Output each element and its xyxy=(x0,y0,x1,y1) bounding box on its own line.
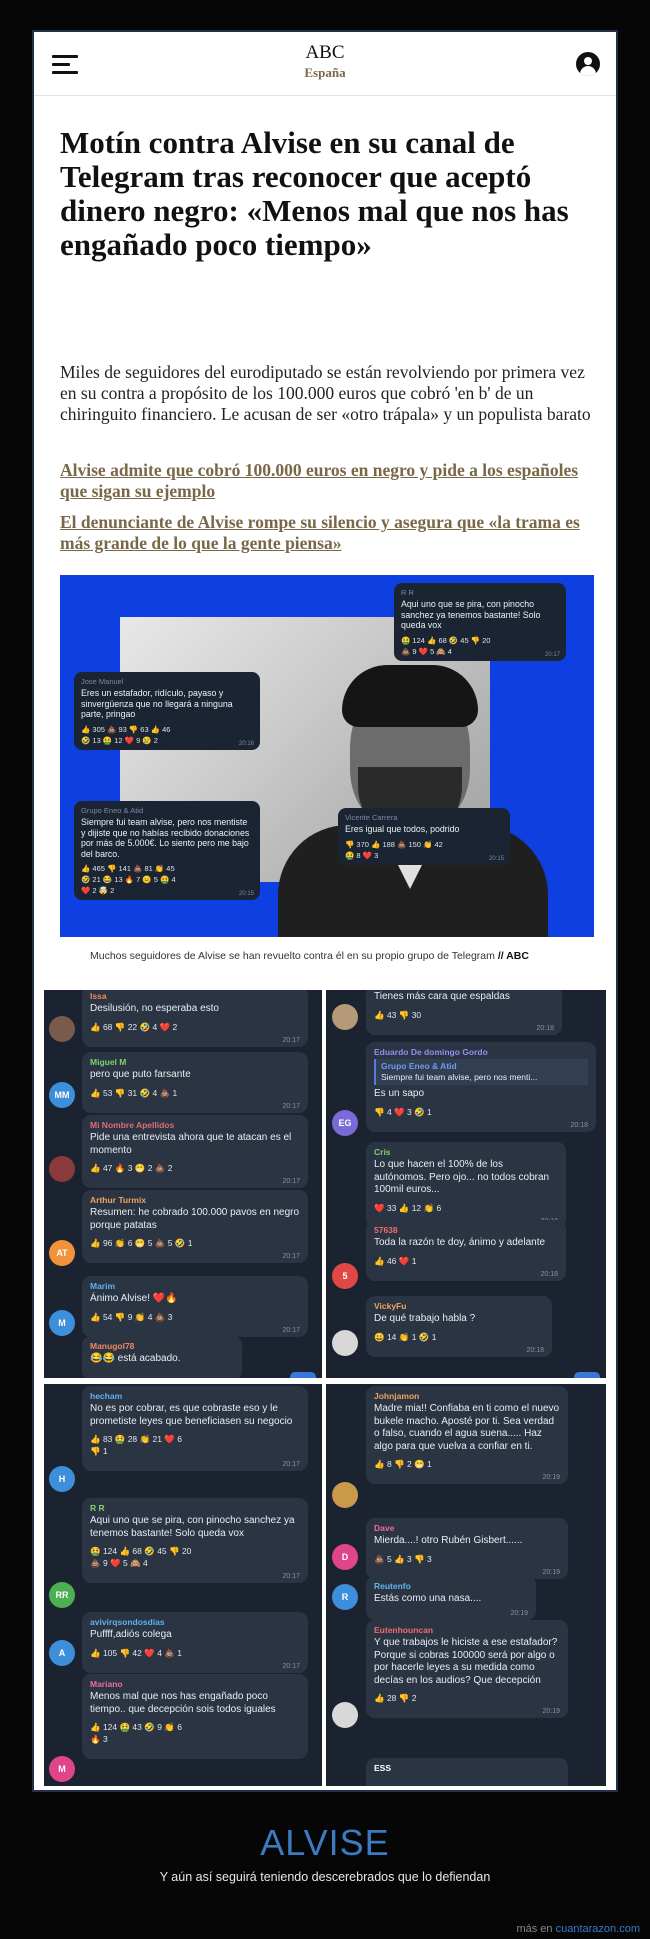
avatar xyxy=(332,1004,358,1030)
chat-message: ESS xyxy=(366,1758,568,1786)
post-subtitle: Y aún así seguirá teniendo descerebrados… xyxy=(159,1870,491,1884)
post-title: ALVISE xyxy=(260,1822,390,1863)
avatar xyxy=(49,1016,75,1042)
chat-message: Johnjamon Madre mia!! Confiaba en ti com… xyxy=(366,1386,568,1484)
unread-badge[interactable] xyxy=(290,1372,316,1378)
chat-panel-4: Johnjamon Madre mia!! Confiaba en ti com… xyxy=(326,1384,606,1786)
chat-message: avivirqsondosdias Puffff,adiós colega 👍 … xyxy=(82,1612,308,1673)
chat-message: Eutenhouncan Y que trabajos le hiciste a… xyxy=(366,1620,568,1718)
avatar: EG xyxy=(332,1110,358,1136)
avatar xyxy=(332,1482,358,1508)
abc-logo[interactable]: ABC España xyxy=(34,42,616,81)
avatar: R xyxy=(332,1584,358,1610)
top-bar: ABC España xyxy=(34,32,616,96)
article-subtitle: Miles de seguidores del eurodiputado se … xyxy=(60,362,591,424)
hero-bubble-vicente: Vicente Carrera Eres igual que todos, po… xyxy=(338,808,510,865)
chat-message: Issa Desilusión, no esperaba esto 👍 68 👎… xyxy=(82,990,308,1047)
hero-bubble-eneo: Grupo Eneo & Atid Siempre fui team alvis… xyxy=(74,801,260,900)
chat-message: 57638 Toda la razón te doy, ánimo y adel… xyxy=(366,1220,566,1281)
avatar: RR xyxy=(49,1582,75,1608)
site-link[interactable]: cuantarazon.com xyxy=(556,1923,640,1935)
chat-message: Cris Lo que hacen el 100% de los autónom… xyxy=(366,1142,566,1228)
avatar: AT xyxy=(49,1240,75,1266)
chat-message: R R Aqui uno que se pira, con pinocho sa… xyxy=(82,1498,308,1583)
unread-badge[interactable] xyxy=(574,1372,600,1378)
avatar: 5 xyxy=(332,1263,358,1289)
related-link-2[interactable]: El denunciante de Alvise rompe su silenc… xyxy=(60,512,600,554)
site-credit: más en cuantarazon.com xyxy=(516,1923,640,1935)
article-headline: Motín contra Alvise en su canal de Teleg… xyxy=(60,125,569,262)
avatar: M xyxy=(49,1310,75,1336)
avatar xyxy=(49,1156,75,1182)
caption-text: Muchos seguidores de Alvise se han revue… xyxy=(90,950,495,962)
hero-image: R R Aqui uno que se pira, con pinocho sa… xyxy=(60,575,594,937)
chat-message: Mi Nombre Apellidos Pide una entrevista … xyxy=(82,1115,308,1188)
image-caption: Muchos seguidores de Alvise se han revue… xyxy=(60,950,594,962)
avatar: M xyxy=(49,1756,75,1782)
user-account-icon[interactable] xyxy=(576,52,600,76)
chat-panel-1: Issa Desilusión, no esperaba esto 👍 68 👎… xyxy=(44,990,322,1378)
hero-bubble-jose: Jose Manuel Eres un estafador, ridículo,… xyxy=(74,672,260,750)
chat-message: Eduardo De domingo Gordo Grupo Eneo & At… xyxy=(366,1042,596,1132)
chat-panel-2: Tienes más cara que espaldas 👍 43 👎 30 2… xyxy=(326,990,606,1378)
chat-message: Tienes más cara que espaldas 👍 43 👎 30 2… xyxy=(366,990,562,1035)
avatar: MM xyxy=(49,1082,75,1108)
chat-message: Reutenfo Estás como una nasa.... 20:19 xyxy=(366,1576,536,1620)
chat-message: Arthur Turmix Resumen: he cobrado 100.00… xyxy=(82,1190,308,1263)
caption-credit: // ABC xyxy=(497,950,529,962)
logo-title: ABC xyxy=(305,42,345,63)
avatar: H xyxy=(49,1466,75,1492)
chat-panel-3: H hecham No es por cobrar, es que cobras… xyxy=(44,1384,322,1786)
hero-bubble-rr: R R Aqui uno que se pira, con pinocho sa… xyxy=(394,583,566,661)
avatar xyxy=(332,1702,358,1728)
article-card: ABC España Motín contra Alvise en su can… xyxy=(32,30,618,1792)
chat-message: Manugol78 😂😂 está acabado. xyxy=(82,1336,242,1378)
chat-message: Mariano Menos mal que nos has engañado p… xyxy=(82,1674,308,1759)
logo-subtitle: España xyxy=(304,65,346,80)
avatar xyxy=(332,1330,358,1356)
avatar: A xyxy=(49,1640,75,1666)
chat-message: hecham No es por cobrar, es que cobraste… xyxy=(82,1386,308,1471)
chat-message: Miguel M pero que puto farsante 👍 53 👎 3… xyxy=(82,1052,308,1113)
chat-message: Marim Ánimo Alvise! ❤️🔥 👍 54 👎 9 👏 4 💩 3… xyxy=(82,1276,308,1337)
quoted-reply[interactable]: Grupo Eneo & Atid Siempre fui team alvis… xyxy=(374,1059,588,1085)
chat-message: VickyFu De qué trabajo habla ? 😀 14 👏 1 … xyxy=(366,1296,552,1357)
chat-message: Dave Mierda....! otro Rubén Gisbert.....… xyxy=(366,1518,568,1579)
avatar: D xyxy=(332,1544,358,1570)
related-link-1[interactable]: Alvise admite que cobró 100.000 euros en… xyxy=(60,460,600,502)
